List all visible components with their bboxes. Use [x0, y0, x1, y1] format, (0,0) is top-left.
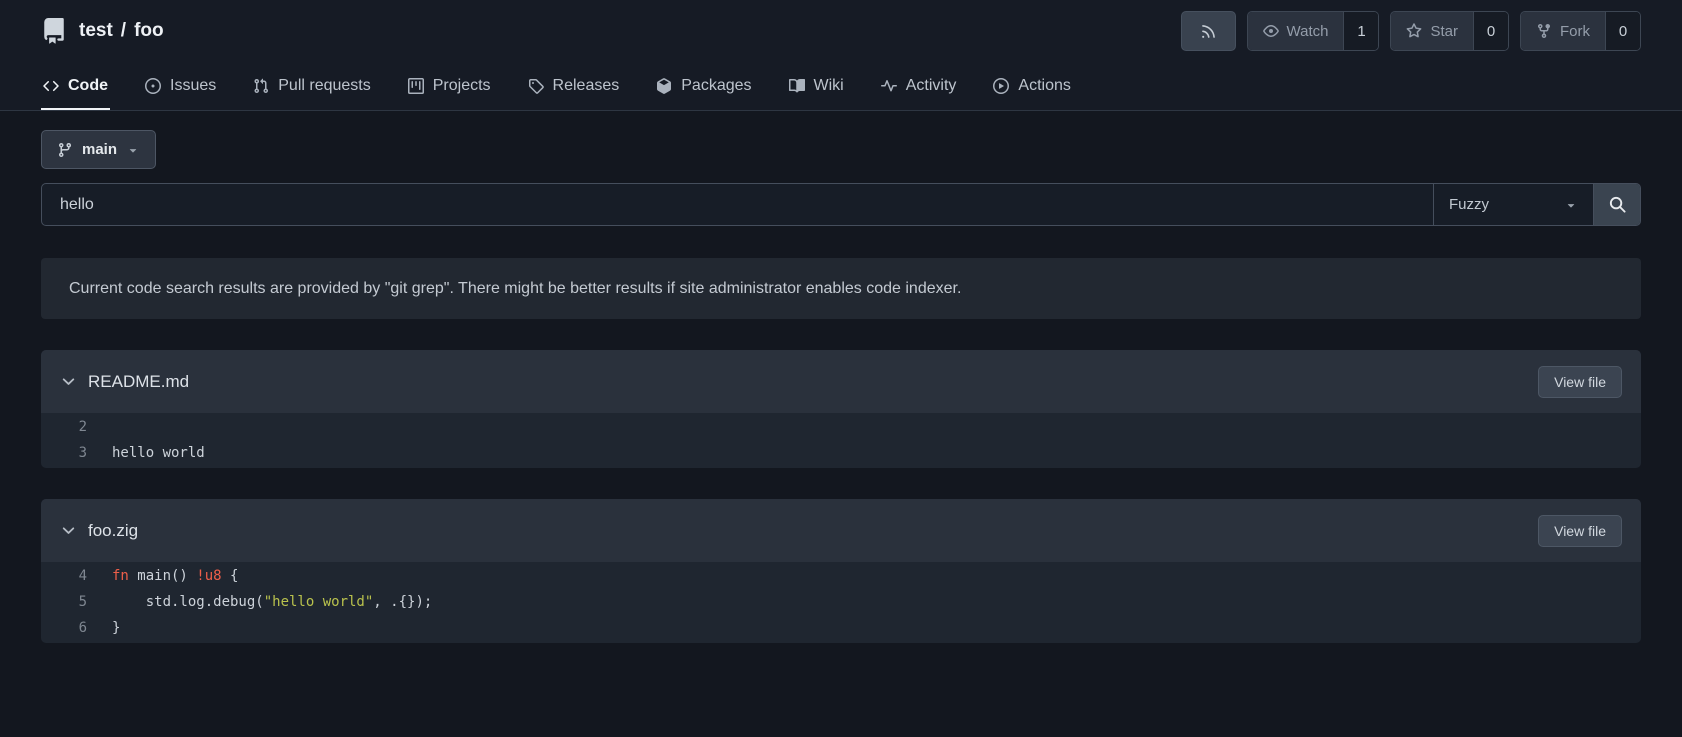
star-button[interactable]: Star	[1391, 12, 1473, 50]
tab-issues[interactable]: Issues	[143, 62, 218, 110]
repo-actions-bar: Watch 1 Star 0 Fork 0	[1180, 11, 1641, 51]
watch-button-label: Watch	[1286, 22, 1329, 40]
repo-owner-link[interactable]: test	[79, 20, 113, 42]
line-number: 6	[78, 620, 87, 636]
git-fork-icon	[1536, 23, 1552, 39]
line-number: 5	[78, 594, 87, 610]
code-line: 3 hello world	[41, 440, 1641, 466]
line-number: 3	[78, 445, 87, 461]
tab-pull-requests[interactable]: Pull requests	[251, 62, 373, 110]
branch-name: main	[82, 141, 118, 158]
line-number: 4	[78, 568, 87, 584]
play-circle-icon	[993, 78, 1010, 94]
code-line: 2	[41, 414, 1641, 440]
repo-name-link[interactable]: foo	[134, 20, 164, 42]
git-pull-request-icon	[253, 78, 269, 94]
star-button-label: Star	[1430, 22, 1458, 40]
star-count[interactable]: 0	[1473, 12, 1508, 50]
watch-count[interactable]: 1	[1343, 12, 1379, 50]
line-code: std.log.debug("hello world", .{});	[112, 594, 433, 610]
watch-button-group: Watch 1	[1246, 11, 1380, 51]
search-input[interactable]	[42, 184, 1433, 225]
search-result-readme: README.md View file 2 3 hello world	[41, 350, 1641, 468]
tab-wiki[interactable]: Wiki	[787, 62, 846, 110]
code-line: 6 }	[41, 615, 1641, 641]
rss-icon	[1200, 23, 1217, 40]
tab-projects[interactable]: Projects	[406, 62, 493, 110]
chevron-down-icon[interactable]	[60, 373, 77, 390]
pulse-icon	[880, 78, 897, 94]
chevron-down-icon	[126, 143, 140, 157]
line-code: hello world	[112, 445, 205, 461]
fork-button-label: Fork	[1560, 22, 1590, 40]
main-content: main Fuzzy Current code search results a…	[0, 111, 1682, 643]
tab-actions-label: Actions	[1018, 77, 1071, 94]
issue-opened-icon	[145, 78, 161, 94]
tab-actions[interactable]: Actions	[991, 62, 1072, 110]
view-file-button[interactable]: View file	[1538, 514, 1622, 547]
result-header: README.md View file	[41, 350, 1641, 413]
repo-title-separator: /	[120, 20, 127, 41]
rss-button[interactable]	[1180, 11, 1236, 51]
branch-selector-button[interactable]: main	[41, 130, 157, 169]
repo-title-row: test / foo Watch 1 Star 0 Fork 0	[41, 0, 1641, 62]
code-line: 5 std.log.debug("hello world", .{});	[41, 589, 1641, 615]
star-icon	[1406, 23, 1422, 39]
search-notice: Current code search results are provided…	[41, 258, 1641, 319]
line-number: 2	[78, 419, 87, 435]
code-search-bar: Fuzzy	[41, 183, 1641, 226]
tab-activity-label: Activity	[905, 77, 957, 94]
tab-code[interactable]: Code	[41, 62, 110, 110]
line-code: fn main() !u8 {	[112, 568, 239, 584]
tab-code-label: Code	[68, 77, 108, 94]
chevron-down-icon[interactable]	[60, 522, 77, 539]
tag-icon	[528, 78, 544, 94]
repo-icon	[41, 18, 67, 44]
git-branch-icon	[57, 142, 73, 158]
view-file-button[interactable]: View file	[1538, 365, 1622, 398]
search-button[interactable]	[1593, 184, 1640, 225]
code-line: 4 fn main() !u8 {	[41, 563, 1641, 589]
result-filename[interactable]: README.md	[88, 372, 189, 392]
fork-button[interactable]: Fork	[1521, 12, 1605, 50]
code-icon	[43, 78, 59, 94]
line-code: }	[112, 620, 121, 636]
tab-releases-label: Releases	[552, 77, 620, 94]
repo-header: test / foo Watch 1 Star 0 Fork 0 Code Is…	[0, 0, 1682, 111]
package-icon	[656, 78, 672, 94]
search-mode-value: Fuzzy	[1449, 196, 1490, 213]
watch-button[interactable]: Watch	[1247, 12, 1344, 50]
book-icon	[788, 78, 805, 94]
repo-tabs: Code Issues Pull requests Projects Relea…	[41, 62, 1641, 110]
tab-activity[interactable]: Activity	[879, 62, 959, 110]
tab-wiki-label: Wiki	[813, 77, 844, 94]
code-snippet: 2 3 hello world	[41, 413, 1641, 468]
tab-pull-requests-label: Pull requests	[278, 77, 371, 94]
star-button-group: Star 0	[1390, 11, 1509, 51]
project-board-icon	[407, 78, 424, 94]
tab-issues-label: Issues	[170, 77, 217, 94]
search-mode-dropdown[interactable]: Fuzzy	[1433, 184, 1593, 225]
tab-packages-label: Packages	[681, 77, 752, 94]
repo-title: test / foo	[79, 20, 164, 42]
result-filename[interactable]: foo.zig	[88, 521, 138, 541]
search-result-foo-zig: foo.zig View file 4 fn main() !u8 { 5 st…	[41, 499, 1641, 643]
search-notice-text: Current code search results are provided…	[69, 279, 962, 297]
tab-releases[interactable]: Releases	[526, 62, 622, 110]
fork-button-group: Fork 0	[1520, 11, 1641, 51]
chevron-down-icon	[1564, 198, 1578, 212]
eye-icon	[1262, 23, 1279, 39]
result-header: foo.zig View file	[41, 499, 1641, 562]
code-snippet: 4 fn main() !u8 { 5 std.log.debug("hello…	[41, 562, 1641, 643]
fork-count[interactable]: 0	[1605, 12, 1640, 50]
tab-projects-label: Projects	[432, 77, 491, 94]
tab-packages[interactable]: Packages	[654, 62, 753, 110]
search-icon	[1608, 195, 1627, 214]
